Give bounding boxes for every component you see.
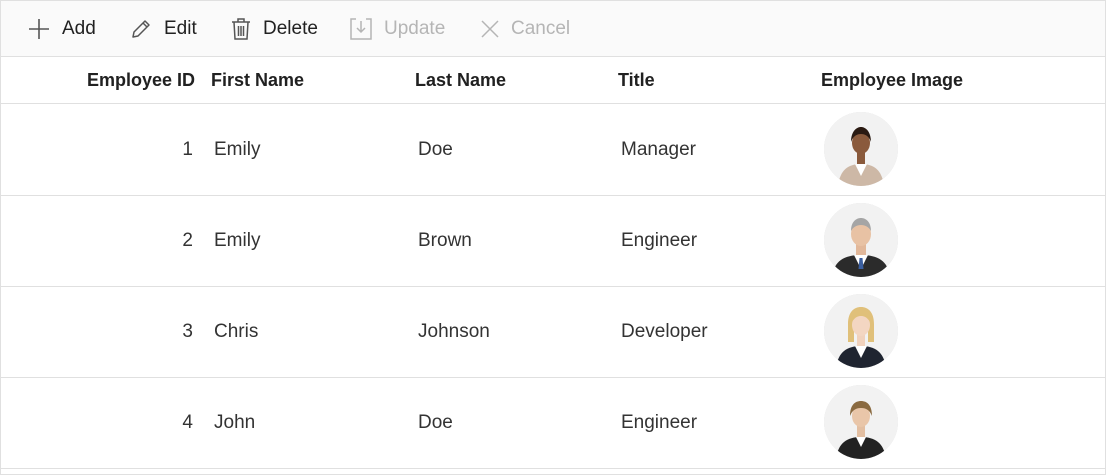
header-first-name[interactable]: First Name [211,57,304,103]
cell-employee-id: 4 [182,411,193,433]
plus-icon [27,17,51,41]
cell-last-name: Brown [418,229,472,251]
table-row[interactable]: 4 John Doe Engineer [1,377,1105,469]
edit-label: Edit [164,17,197,39]
cell-last-name: Doe [418,138,453,160]
employee-avatar [824,294,898,368]
header-first-name-label: First Name [211,69,305,90]
cell-title: Manager [621,138,696,160]
cell-last-name: Johnson [418,320,490,342]
cell-employee-id: 2 [182,229,193,251]
header-title[interactable]: Title [618,57,655,103]
cancel-button[interactable]: Cancel [480,1,570,56]
cell-title: Engineer [621,229,698,251]
save-icon [349,17,373,41]
employee-avatar [824,112,898,186]
table-row[interactable]: 2 Emily Brown Engineer [1,195,1105,287]
header-employee-id[interactable]: Employee ID [1,57,195,103]
pencil-icon [129,17,153,41]
header-title-label: Title [618,69,655,90]
employee-grid: Add Edit Delete Update Cancel Employee I… [0,0,1106,475]
cell-last-name: Doe [418,411,453,433]
table-row[interactable]: 1 Emily Doe Manager [1,104,1105,196]
cell-employee-id: 1 [182,138,193,160]
grid-header: Employee ID First Name Last Name Title E… [1,57,1105,104]
cell-first-name: Emily [214,229,261,251]
grid-toolbar: Add Edit Delete Update Cancel [1,1,1105,57]
delete-button[interactable]: Delete [230,1,318,56]
cell-first-name: John [214,411,256,433]
header-last-name[interactable]: Last Name [415,57,506,103]
employee-avatar [824,385,898,459]
cell-title: Engineer [621,411,698,433]
cell-first-name: Chris [214,320,259,342]
add-button[interactable]: Add [27,1,96,56]
cell-employee-id: 3 [182,320,193,342]
cancel-label: Cancel [511,17,571,39]
header-last-name-label: Last Name [415,69,507,90]
add-label: Add [62,17,96,39]
trash-icon [230,17,252,41]
delete-label: Delete [263,17,318,39]
table-row[interactable]: 3 Chris Johnson Developer [1,286,1105,378]
update-button[interactable]: Update [349,1,445,56]
employee-avatar [824,203,898,277]
cell-first-name: Emily [214,138,261,160]
update-label: Update [384,17,446,39]
header-employee-id-label: Employee ID [86,69,195,90]
edit-button[interactable]: Edit [129,1,197,56]
header-employee-image-label: Employee Image [821,69,964,90]
header-employee-image[interactable]: Employee Image [821,57,963,103]
cell-title: Developer [621,320,708,342]
close-icon [480,19,500,39]
